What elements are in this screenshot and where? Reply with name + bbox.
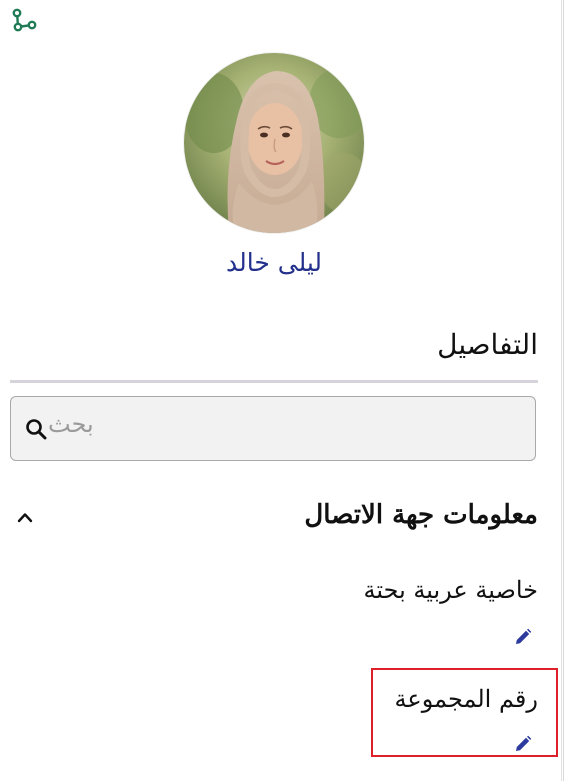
share-graph-icon[interactable] (12, 8, 40, 34)
contact-info-section-header[interactable]: معلومات جهة الاتصال (10, 496, 538, 544)
chevron-up-icon[interactable] (16, 510, 34, 524)
search-icon[interactable] (24, 417, 48, 441)
section-title: معلومات جهة الاتصال (304, 500, 538, 530)
highlight-box (371, 668, 558, 757)
details-heading: التفاصيل (437, 328, 538, 361)
search-input[interactable] (48, 408, 518, 448)
contact-name[interactable]: ليلى خالد (150, 248, 398, 277)
contact-details-panel: ليلى خالد التفاصيل بحث معلومات جهة الاتص… (0, 0, 564, 781)
avatar (184, 53, 364, 233)
pencil-icon[interactable] (514, 628, 532, 646)
field-label-arabic-property: خاصية عربية بحتة (363, 576, 538, 604)
divider (10, 380, 538, 383)
panel-border (561, 0, 562, 781)
